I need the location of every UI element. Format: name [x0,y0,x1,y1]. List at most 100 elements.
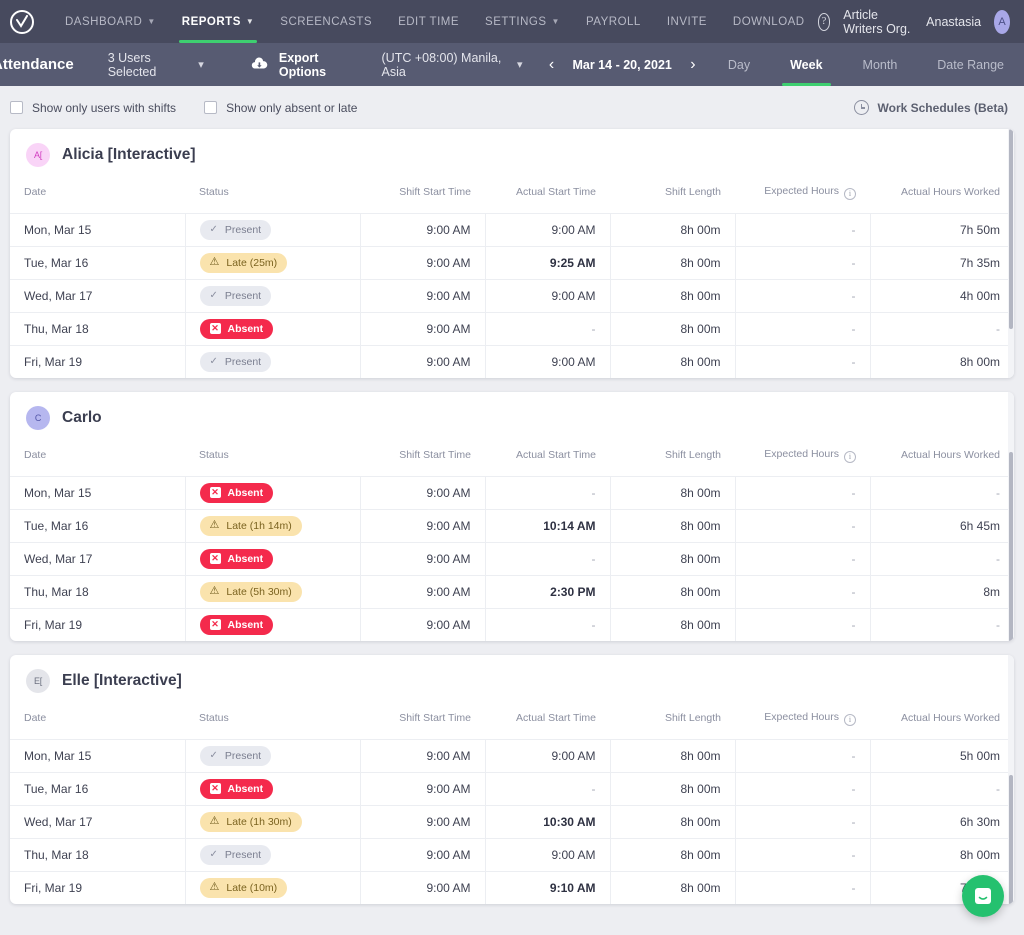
nav-item-edit-time[interactable]: EDIT TIME [385,0,472,43]
cell-actual-hours-worked: 5h 00m [870,739,1014,772]
warning-triangle-icon: ⚠ [210,882,220,893]
table-row[interactable]: Tue, Mar 16⚠Late (25m)9:00 AM9:25 AM8h 0… [10,246,1014,279]
cell-actual-hours-worked: - [870,542,1014,575]
users-selected-dropdown[interactable]: 3 Users Selected ▾ [94,43,218,86]
user-name[interactable]: Anastasia [926,15,981,29]
scrollbar-thumb[interactable] [1009,129,1013,329]
table-row[interactable]: Mon, Mar 15✓Present9:00 AM9:00 AM8h 00m-… [10,739,1014,772]
date-range-label[interactable]: Mar 14 - 20, 2021 [566,58,677,72]
chevron-down-icon: ▼ [246,18,254,26]
status-badge-label: Present [225,750,261,762]
cell-shift-start-time: 9:00 AM [360,312,485,345]
status-badge-label: Absent [228,553,264,565]
nav-item-reports[interactable]: REPORTS▼ [169,0,268,43]
clock-icon [854,100,869,115]
export-options-button[interactable]: Export Options [237,43,368,86]
chevron-left-icon[interactable]: ‹ [536,43,566,86]
scrollbar-thumb[interactable] [1009,452,1013,641]
table-row[interactable]: Thu, Mar 18✕Absent9:00 AM-8h 00m-- [10,312,1014,345]
cell-actual-start-time: 9:00 AM [485,213,610,246]
scrollbar-thumb[interactable] [1009,775,1013,904]
show-only-absent-or-late-checkbox[interactable]: Show only absent or late [204,101,357,115]
cell-shift-start-time: 9:00 AM [360,509,485,542]
table-row[interactable]: Tue, Mar 16✕Absent9:00 AM-8h 00m-- [10,772,1014,805]
table-row[interactable]: Tue, Mar 16⚠Late (1h 14m)9:00 AM10:14 AM… [10,509,1014,542]
status-badge: ⚠Late (1h 14m) [200,516,302,536]
avatar: A[ [26,143,50,167]
avatar[interactable]: A [994,10,1010,34]
cell-actual-hours-worked: 8h 00m [870,838,1014,871]
report-toolbar: Attendance 3 Users Selected ▾ Export Opt… [0,43,1024,86]
cell-shift-start-time: 9:00 AM [360,772,485,805]
card-vertical-scrollbar[interactable] [1008,129,1014,378]
table-row[interactable]: Thu, Mar 18✓Present9:00 AM9:00 AM8h 00m-… [10,838,1014,871]
checkbox-box[interactable] [10,101,23,114]
top-nav-right-cluster: ? Article Writers Org. Anastasia A [818,8,1010,36]
timezone-dropdown[interactable]: (UTC +08:00) Manila, Asia ▾ [368,43,537,86]
card-vertical-scrollbar[interactable] [1008,655,1014,904]
user-display-name: Elle [Interactive] [62,672,182,690]
cell-expected-hours: - [735,838,870,871]
attendance-card: CCarloDateStatusShift Start TimeActual S… [10,392,1014,641]
table-row[interactable]: Mon, Mar 15✓Present9:00 AM9:00 AM8h 00m-… [10,213,1014,246]
column-header-label: Date [24,186,46,198]
table-row[interactable]: Fri, Mar 19✓Present9:00 AM9:00 AM8h 00m-… [10,345,1014,378]
range-tab-day[interactable]: Day [708,43,770,86]
range-tab-date-range[interactable]: Date Range [917,43,1024,86]
intercom-chat-icon[interactable] [962,875,1004,917]
table-row[interactable]: Mon, Mar 15✕Absent9:00 AM-8h 00m-- [10,476,1014,509]
checkbox-box[interactable] [204,101,217,114]
status-badge-label: Late (1h 30m) [226,816,291,828]
status-badge-label: Late (10m) [226,882,277,894]
cell-actual-start-time: - [485,312,610,345]
cell-shift-start-time: 9:00 AM [360,345,485,378]
chevron-down-icon: ▾ [198,58,204,71]
table-row[interactable]: Thu, Mar 18⚠Late (5h 30m)9:00 AM2:30 PM8… [10,575,1014,608]
nav-item-payroll[interactable]: PAYROLL [573,0,654,43]
column-header-status: Status [185,442,360,476]
cell-shift-length: 8h 00m [610,871,735,904]
cell-shift-start-time: 9:00 AM [360,739,485,772]
nav-item-dashboard[interactable]: DASHBOARD▼ [52,0,169,43]
table-row[interactable]: Wed, Mar 17✓Present9:00 AM9:00 AM8h 00m-… [10,279,1014,312]
nav-item-settings[interactable]: SETTINGS▼ [472,0,573,43]
cell-status: ✓Present [185,279,360,312]
table-header-row: DateStatusShift Start TimeActual Start T… [10,705,1014,739]
cell-shift-start-time: 9:00 AM [360,805,485,838]
cell-shift-length: 8h 00m [610,213,735,246]
cell-shift-length: 8h 00m [610,476,735,509]
card-vertical-scrollbar[interactable] [1008,392,1014,641]
column-header-actual-start-time: Actual Start Time [485,705,610,739]
info-icon[interactable]: i [844,188,856,200]
column-header-label: Shift Length [665,186,721,198]
table-row[interactable]: Wed, Mar 17✕Absent9:00 AM-8h 00m-- [10,542,1014,575]
nav-item-download[interactable]: DOWNLOAD [720,0,818,43]
column-header-label: Expected Hours [764,185,839,197]
table-row[interactable]: Wed, Mar 17⚠Late (1h 30m)9:00 AM10:30 AM… [10,805,1014,838]
status-badge-label: Absent [228,323,264,335]
show-only-users-with-shifts-checkbox[interactable]: Show only users with shifts [10,101,176,115]
column-header-label: Shift Start Time [399,449,471,461]
cell-date: Thu, Mar 18 [10,838,185,871]
filter-bar: Show only users with shifts Show only ab… [0,86,1024,129]
table-row[interactable]: Fri, Mar 19⚠Late (10m)9:00 AM9:10 AM8h 0… [10,871,1014,904]
range-tab-month[interactable]: Month [843,43,918,86]
info-icon[interactable]: i [844,714,856,726]
cell-status: ⚠Late (1h 30m) [185,805,360,838]
question-mark-circle-icon[interactable]: ? [818,13,831,31]
table-row[interactable]: Fri, Mar 19✕Absent9:00 AM-8h 00m-- [10,608,1014,641]
info-icon[interactable]: i [844,451,856,463]
app-logo-icon[interactable] [10,10,34,34]
nav-item-invite[interactable]: INVITE [654,0,720,43]
chevron-right-icon[interactable]: › [678,43,708,86]
table-header-row: DateStatusShift Start TimeActual Start T… [10,442,1014,476]
range-tab-week[interactable]: Week [770,43,842,86]
cell-expected-hours: - [735,575,870,608]
column-header-label: Shift Length [665,712,721,724]
organization-name[interactable]: Article Writers Org. [843,8,913,36]
cell-expected-hours: - [735,805,870,838]
nav-item-screencasts[interactable]: SCREENCASTS [267,0,385,43]
work-schedules-button[interactable]: Work Schedules (Beta) [854,100,1014,115]
cell-expected-hours: - [735,345,870,378]
cell-date: Fri, Mar 19 [10,608,185,641]
